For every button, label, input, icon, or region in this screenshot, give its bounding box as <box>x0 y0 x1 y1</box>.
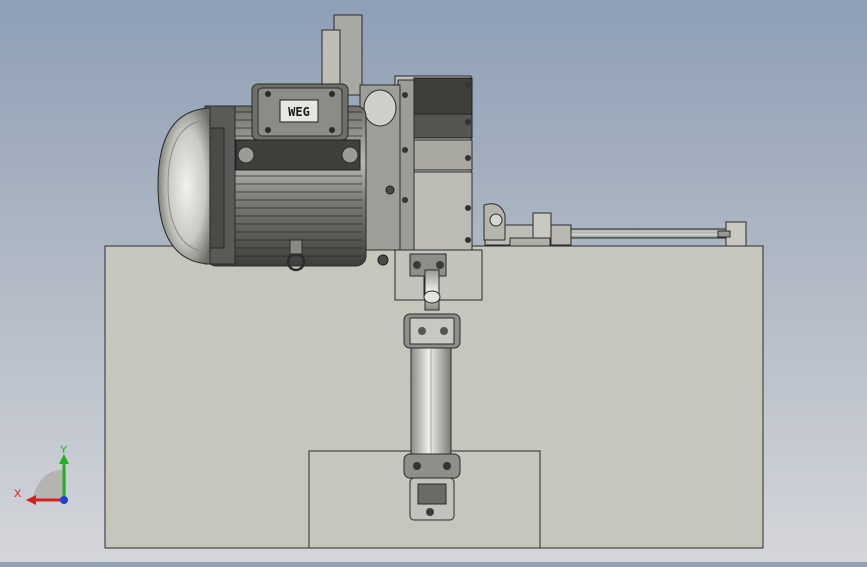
3d-viewport[interactable]: WEG Y X <box>0 0 867 562</box>
linear-guide-rail[interactable] <box>484 212 747 247</box>
motor-nameplate: WEG <box>288 105 310 119</box>
electric-motor[interactable]: WEG <box>157 14 401 272</box>
cad-scene[interactable]: WEG Y X <box>0 0 867 562</box>
x-axis-label: X <box>14 488 22 500</box>
reference-triad: Y X <box>14 444 69 505</box>
z-axis-dot <box>60 496 68 504</box>
y-axis-label: Y <box>60 444 68 456</box>
